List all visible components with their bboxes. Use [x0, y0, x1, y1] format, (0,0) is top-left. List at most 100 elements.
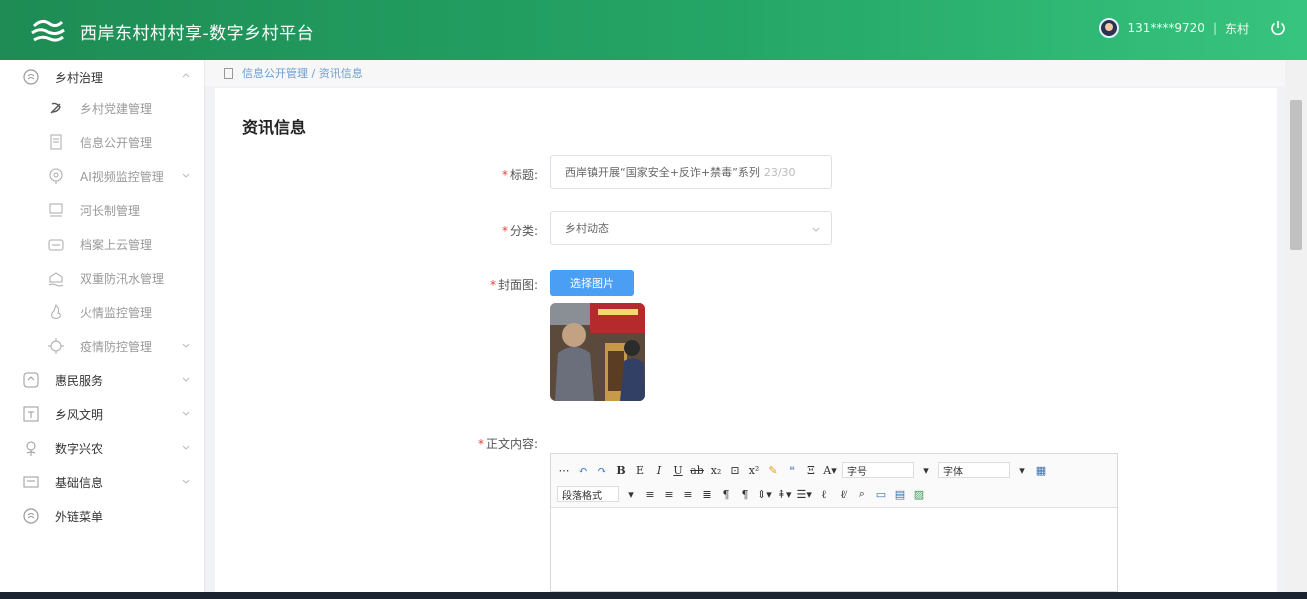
sidebar-item-archive-cloud[interactable]: 档案上云管理	[0, 227, 205, 261]
party-icon	[50, 102, 61, 114]
camera-icon	[49, 168, 63, 184]
paragraph-spacing-icon[interactable]: ⇞▾	[777, 486, 792, 502]
superscript-icon[interactable]: x²	[747, 462, 761, 478]
chevron-down-icon[interactable]: ▾	[624, 486, 638, 502]
redo-icon[interactable]: ↷	[595, 462, 609, 478]
align-center-icon[interactable]: ≡	[662, 486, 676, 502]
link-icon[interactable]: ℓ	[817, 486, 831, 502]
user-separator: |	[1212, 21, 1217, 35]
user-phone[interactable]: 131****9720	[1127, 21, 1204, 35]
direction-rtl-icon[interactable]: ¶	[738, 486, 752, 502]
quote-icon[interactable]: ❝	[785, 462, 799, 478]
choose-image-button[interactable]: 选择图片	[550, 270, 634, 296]
sidebar-item-ai-video[interactable]: AI视频监控管理	[0, 159, 205, 193]
cover-photo-thumbnail	[550, 303, 645, 401]
sidebar-item-river-chief[interactable]: 河长制管理	[0, 193, 205, 227]
breadcrumb: 信息公开管理 / 资讯信息	[205, 60, 1285, 86]
sidebar-item-label: 乡村治理	[55, 71, 104, 85]
sidebar: 乡村治理 乡村党建管理 信息公开管理 AI视频监控管理 河长制管理 档案上云管理…	[0, 60, 205, 592]
sidebar-item-rural-civilization[interactable]: 乡风文明	[0, 397, 205, 431]
sidebar-item-party-building[interactable]: 乡村党建管理	[0, 91, 205, 125]
title-label: * 标题:	[501, 168, 538, 182]
sidebar-item-public-service[interactable]: 惠民服务	[0, 363, 205, 397]
editor-toolbar: ⋯ ↶ ↷ B Ε I U ab x₂ ⊡ x² ✎ ❝ Ξ A▾ 字号 ▾ 字…	[551, 454, 1117, 508]
link-icon	[23, 508, 39, 524]
document-icon	[224, 67, 233, 79]
chevron-down-icon	[182, 377, 190, 382]
line-height-icon[interactable]: ⇕▾	[757, 486, 772, 502]
sidebar-item-label: 双重防汛水管理	[80, 272, 165, 286]
sidebar-item-village-governance[interactable]: 乡村治理	[0, 60, 205, 94]
undo-icon[interactable]: ↶	[576, 462, 590, 478]
sidebar-item-label: 河长制管理	[80, 204, 141, 218]
sidebar-item-basic-info[interactable]: 基础信息	[0, 465, 205, 499]
rich-text-editor[interactable]: ⋯ ↶ ↷ B Ε I U ab x₂ ⊡ x² ✎ ❝ Ξ A▾ 字号 ▾ 字…	[550, 453, 1118, 592]
fullscreen-icon[interactable]: ▦	[1034, 462, 1048, 478]
user-area: 131****9720 | 东村	[1099, 18, 1287, 38]
cloud-archive-icon	[48, 239, 64, 251]
app-title: 西岸东村村村享-数字乡村平台	[80, 24, 315, 44]
breadcrumb-text[interactable]: 信息公开管理 / 资讯信息	[242, 65, 363, 81]
strikethrough-icon[interactable]: ab	[690, 462, 704, 478]
flood-icon	[48, 272, 64, 287]
sidebar-item-flood-control[interactable]: 双重防汛水管理	[0, 261, 205, 295]
editor-body[interactable]	[551, 508, 1117, 591]
align-left-icon[interactable]: ≡	[643, 486, 657, 502]
underline-icon[interactable]: U	[671, 462, 685, 478]
category-select-value: 乡村动态	[565, 222, 609, 235]
direction-ltr-icon[interactable]: ¶	[719, 486, 733, 502]
image-icon[interactable]: ▨	[912, 486, 926, 502]
border-text-icon[interactable]: ⊡	[728, 462, 742, 478]
sidebar-item-epidemic[interactable]: 疫情防控管理	[0, 329, 205, 363]
category-select[interactable]: 乡村动态	[550, 211, 832, 245]
sidebar-item-external-links[interactable]: 外链菜单	[0, 499, 205, 533]
category-label: * 分类:	[501, 224, 538, 238]
cover-image[interactable]	[550, 303, 645, 401]
sidebar-item-label: 信息公开管理	[80, 136, 153, 150]
font-family-select[interactable]: 字体	[938, 462, 1010, 478]
form-card: 资讯信息 * 标题: 西岸镇开展“国家安全+反诈+禁毒”系列 23/30 * 分类: …	[215, 88, 1277, 592]
italic-icon[interactable]: I	[652, 462, 666, 478]
page-scrollbar[interactable]	[1285, 60, 1307, 592]
align-right-icon[interactable]: ≡	[681, 486, 695, 502]
bold-icon[interactable]: B	[614, 462, 628, 478]
sidebar-item-label: 疫情防控管理	[80, 340, 153, 354]
source-code-icon[interactable]: ⋯	[557, 462, 571, 478]
chevron-down-icon	[182, 445, 190, 450]
unlink-icon[interactable]: ℓ̸	[836, 486, 850, 502]
sidebar-item-info-disclosure[interactable]: 信息公开管理	[0, 125, 205, 159]
user-org[interactable]: 东村	[1225, 20, 1249, 37]
search-replace-icon[interactable]: ⌕	[855, 486, 869, 502]
format-brush-icon[interactable]: ✎	[766, 462, 780, 478]
service-icon	[23, 372, 39, 388]
font-color-icon[interactable]: A▾	[823, 462, 837, 478]
paragraph-format-select[interactable]: 段落格式	[557, 486, 619, 502]
scrollbar-thumb[interactable]	[1290, 100, 1302, 250]
chevron-down-icon[interactable]: ▾	[1015, 462, 1029, 478]
sidebar-item-label: 火情监控管理	[80, 306, 153, 320]
clear-format-icon[interactable]: Ξ	[804, 462, 818, 478]
chevron-down-icon[interactable]: ▾	[919, 462, 933, 478]
sidebar-item-digital-agriculture[interactable]: 数字兴农	[0, 431, 205, 465]
main-content: 信息公开管理 / 资讯信息 资讯信息 * 标题: 西岸镇开展“国家安全+反诈+禁毒…	[205, 60, 1285, 592]
font-size-select[interactable]: 字号	[842, 462, 914, 478]
toolbar-row-2: 段落格式 ▾ ≡ ≡ ≡ ≣ ¶ ¶ ⇕▾ ⇞▾ ☰▾ ℓ ℓ̸ ⌕ ▭ ▤ ▨	[557, 484, 926, 504]
toolbar-row-1: ⋯ ↶ ↷ B Ε I U ab x₂ ⊡ x² ✎ ❝ Ξ A▾ 字号 ▾ 字…	[557, 460, 1048, 480]
power-icon[interactable]	[1269, 19, 1287, 37]
avatar[interactable]	[1099, 18, 1120, 38]
align-justify-icon[interactable]: ≣	[700, 486, 714, 502]
sidebar-item-label: 档案上云管理	[80, 238, 153, 252]
title-input[interactable]: 西岸镇开展“国家安全+反诈+禁毒”系列 23/30	[550, 155, 832, 189]
page-title: 资讯信息	[242, 118, 307, 137]
sidebar-item-label: 乡风文明	[55, 408, 104, 422]
strikethrough-mark-icon[interactable]: Ε	[633, 462, 647, 478]
sidebar-item-label: 乡村党建管理	[80, 102, 153, 116]
template-icon[interactable]: ▤	[893, 486, 907, 502]
subscript-icon[interactable]: x₂	[709, 462, 723, 478]
sidebar-item-fire-monitor[interactable]: 火情监控管理	[0, 295, 205, 329]
list-icon[interactable]: ☰▾	[797, 486, 812, 502]
chevron-down-icon	[182, 411, 190, 416]
epidemic-icon	[48, 338, 64, 354]
agriculture-icon	[26, 441, 36, 456]
table-icon[interactable]: ▭	[874, 486, 888, 502]
